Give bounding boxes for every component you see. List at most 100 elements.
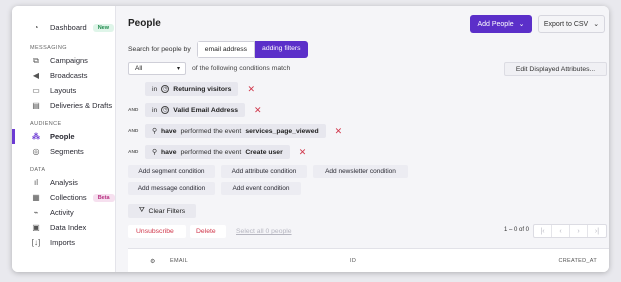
edit-displayed-attributes-button[interactable]: Edit Displayed Attributes... [504, 62, 607, 76]
condition-row: AND in ◷ Valid Email Address ✕ [128, 103, 262, 117]
tab-email-address[interactable]: email address [196, 41, 256, 58]
section-label-data: DATA [30, 167, 46, 173]
add-attribute-condition-button[interactable]: Add attribute condition [221, 165, 307, 178]
add-segment-condition-button[interactable]: Add segment condition [128, 165, 215, 178]
condition-row: in ◷ Returning visitors ✕ [128, 82, 255, 96]
and-label: AND [128, 107, 139, 113]
sidebar-item-label: Imports [50, 238, 76, 247]
settings-gear-icon[interactable]: ⚙ [150, 258, 156, 265]
match-select-value: All [135, 65, 143, 72]
beta-badge: Beta [92, 193, 115, 202]
sidebar-item-activity[interactable]: ⌁ Activity [12, 205, 115, 220]
search-mode-toggle: email address adding filters [196, 41, 308, 58]
next-page-icon[interactable]: › [570, 225, 588, 237]
imports-icon: [↓] [31, 238, 41, 247]
remove-condition-icon[interactable]: ✕ [247, 84, 255, 95]
segment-icon: ◷ [161, 106, 170, 114]
condition-pill[interactable]: in ◷ Valid Email Address [145, 103, 246, 117]
section-label-messaging: MESSAGING [30, 45, 67, 51]
segments-icon: ◎ [32, 147, 40, 156]
sidebar-item-label: Campaigns [50, 56, 88, 65]
clear-filters-label: Clear Filters [148, 207, 186, 215]
remove-condition-icon[interactable]: ✕ [299, 147, 307, 158]
sidebar-item-label: Broadcasts [50, 71, 88, 80]
search-mode-label: Search for people by [128, 46, 191, 53]
condition-pill[interactable]: ⚲ have performed the event services_page… [145, 124, 326, 138]
megaphone-icon: ◀ [32, 71, 40, 80]
column-header-id[interactable]: ID [350, 258, 356, 264]
table-header: ⚙ EMAIL ID CREATED_AT [128, 248, 609, 272]
sidebar: ◔ Dashboard New MESSAGING ⧉ Campaigns ◀ … [12, 6, 116, 272]
add-message-condition-button[interactable]: Add message condition [128, 182, 215, 195]
condition-text: performed the event [180, 148, 242, 156]
condition-pill[interactable]: ⚲ have performed the event Create user [145, 145, 290, 159]
event-icon: ⚲ [152, 149, 157, 156]
activity-icon: ⌁ [33, 208, 39, 217]
chevron-down-icon: ⌄ [518, 21, 525, 28]
export-label: Export to CSV [543, 20, 589, 28]
sidebar-item-collections[interactable]: ▦ Collections Beta [12, 190, 115, 205]
add-event-condition-button[interactable]: Add event condition [221, 182, 301, 195]
sidebar-item-people[interactable]: ⁂ People [12, 129, 115, 144]
sidebar-item-analysis[interactable]: ıl Analysis [12, 175, 115, 190]
condition-have: have [160, 148, 177, 156]
section-label-audience: AUDIENCE [30, 121, 62, 127]
remove-condition-icon[interactable]: ✕ [254, 105, 262, 116]
condition-text: performed the event [180, 127, 242, 135]
analysis-icon: ıl [34, 178, 38, 187]
dashboard-icon: ◔ [33, 23, 39, 32]
sidebar-item-label: Collections [50, 193, 87, 202]
unsubscribe-button[interactable]: Unsubscribe [136, 228, 174, 235]
condition-row: AND ⚲ have performed the event Create us… [128, 145, 306, 159]
deliveries-icon: ▤ [32, 101, 40, 110]
sidebar-item-label: People [50, 132, 75, 141]
add-people-label: Add People [477, 20, 514, 28]
app-window: ◔ Dashboard New MESSAGING ⧉ Campaigns ◀ … [12, 6, 609, 272]
pagination-range: 1 – 0 of 0 [504, 227, 530, 233]
in-label: in [152, 85, 158, 93]
match-select[interactable]: All ▾ [128, 62, 186, 75]
export-csv-button[interactable]: Export to CSV ⌄ [538, 15, 605, 33]
clear-filters-button[interactable]: ⛛ Clear Filters [128, 204, 196, 218]
sidebar-item-broadcasts[interactable]: ◀ Broadcasts [12, 68, 115, 83]
delete-button[interactable]: Delete [196, 228, 216, 235]
data-index-icon: ▣ [32, 223, 40, 232]
first-page-icon[interactable]: |‹ [534, 225, 552, 237]
sidebar-item-dashboard[interactable]: ◔ Dashboard New [12, 20, 115, 35]
condition-segment-name: Returning visitors [173, 85, 232, 93]
sidebar-item-label: Segments [50, 147, 84, 156]
sidebar-item-label: Layouts [50, 86, 77, 95]
prev-page-icon[interactable]: ‹ [552, 225, 570, 237]
column-header-email[interactable]: EMAIL [170, 258, 188, 264]
tab-adding-filters[interactable]: adding filters [255, 41, 308, 58]
sidebar-item-campaigns[interactable]: ⧉ Campaigns [12, 53, 115, 68]
sidebar-item-deliveries[interactable]: ▤ Deliveries & Drafts [12, 98, 115, 113]
and-label: AND [128, 149, 139, 155]
add-newsletter-condition-button[interactable]: Add newsletter condition [313, 165, 408, 178]
condition-pill[interactable]: in ◷ Returning visitors [145, 82, 239, 96]
layouts-icon: ▭ [32, 86, 40, 95]
condition-row: AND ⚲ have performed the event services_… [128, 124, 342, 138]
select-all-link[interactable]: Select all 0 people [236, 228, 292, 235]
and-label: AND [128, 128, 139, 134]
sidebar-item-label: Deliveries & Drafts [50, 101, 113, 110]
match-text: of the following conditions match [192, 65, 291, 72]
remove-condition-icon[interactable]: ✕ [335, 126, 343, 137]
add-people-button[interactable]: Add People ⌄ [470, 15, 532, 33]
sidebar-item-label: Data Index [50, 223, 87, 232]
people-icon: ⁂ [32, 132, 40, 141]
condition-event-name: Create user [245, 148, 283, 156]
sidebar-item-imports[interactable]: [↓] Imports [12, 235, 115, 250]
sidebar-item-data-index[interactable]: ▣ Data Index [12, 220, 115, 235]
chevron-down-icon: ⌄ [593, 21, 600, 28]
sidebar-item-segments[interactable]: ◎ Segments [12, 144, 115, 159]
last-page-icon[interactable]: ›| [588, 225, 606, 237]
main-panel: People Add People ⌄ Export to CSV ⌄ Sear… [116, 6, 609, 272]
column-header-created-at[interactable]: CREATED_AT [558, 258, 597, 264]
chevron-down-icon: ▾ [176, 66, 180, 72]
sidebar-item-label: Analysis [50, 178, 78, 187]
collections-icon: ▦ [32, 193, 40, 202]
filter-icon: ⛛ [138, 207, 145, 214]
event-icon: ⚲ [152, 128, 157, 135]
sidebar-item-layouts[interactable]: ▭ Layouts [12, 83, 115, 98]
